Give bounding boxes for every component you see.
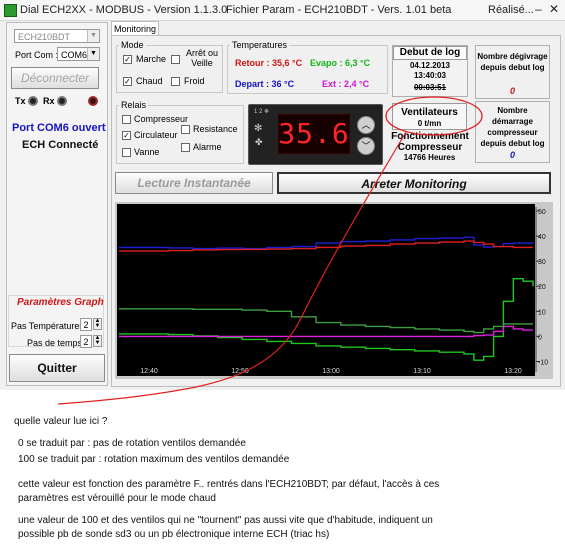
note-question: quelle valeur lue ici ? <box>14 416 108 427</box>
note-line-5: une valeur de 100 et des ventilos qui ne… <box>18 515 433 526</box>
note-line-1: 0 se traduit par : pas de rotation venti… <box>18 438 246 449</box>
note-line-3: cette valeur est fonction des paramètre … <box>18 479 440 490</box>
note-line-2: 100 se traduit par : rotation maximum de… <box>18 454 290 465</box>
annotation-arrow-line <box>57 131 407 405</box>
note-line-4: paramètres est vérouillé pour le mode ch… <box>18 493 216 504</box>
highlight-ellipse <box>385 96 483 136</box>
note-line-6: possible pb de sonde sd3 ou un pb électr… <box>18 529 330 540</box>
